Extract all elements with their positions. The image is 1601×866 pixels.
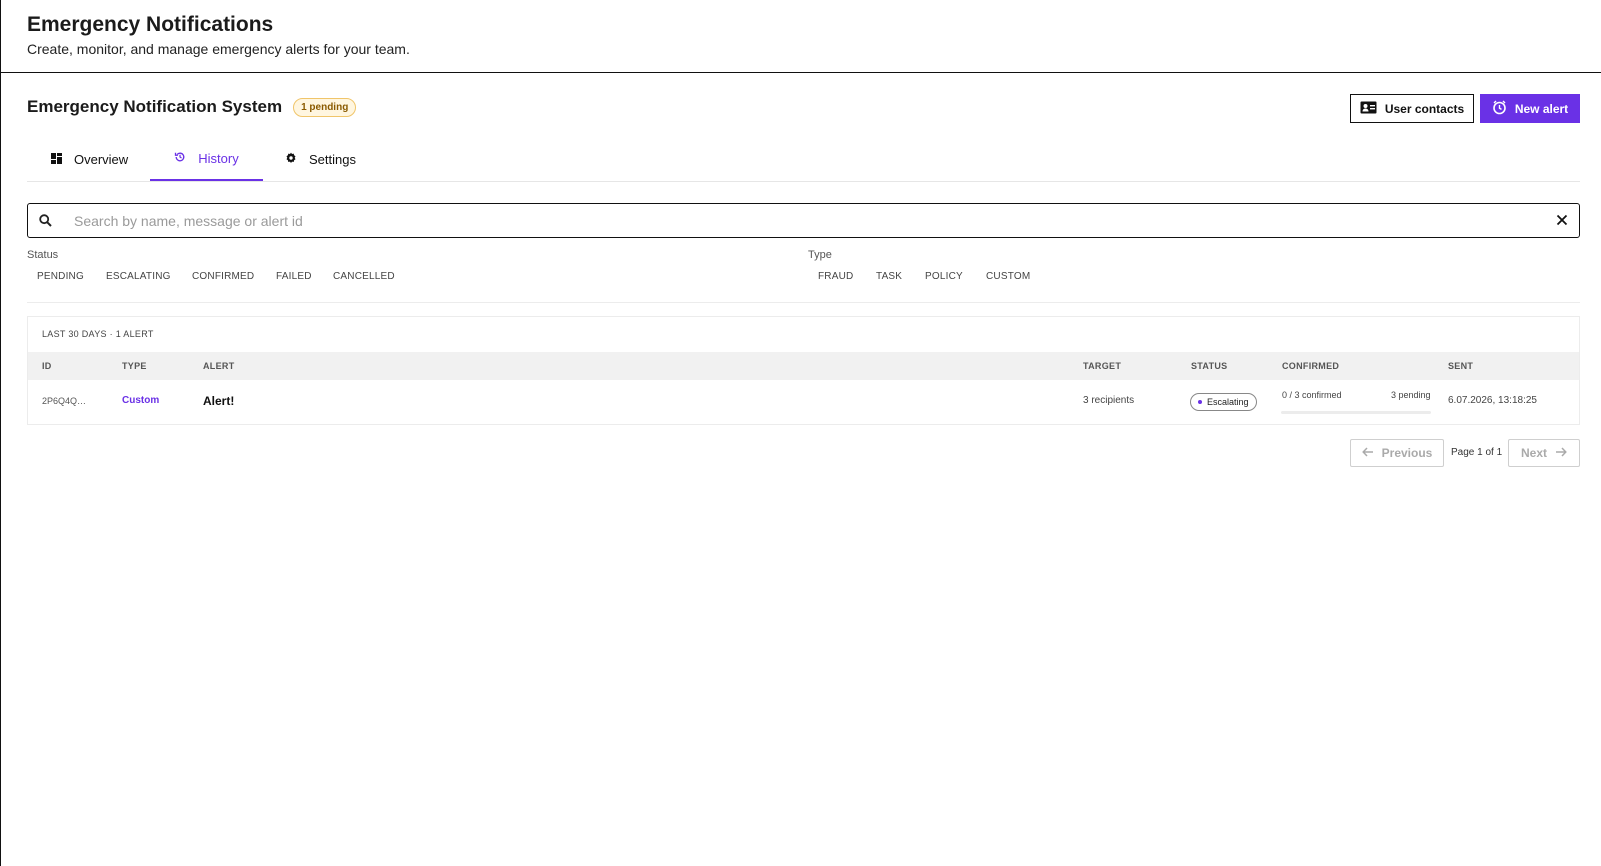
search-input[interactable] [72,212,1476,230]
search-bar [27,203,1580,238]
tab-settings[interactable]: Settings [285,138,356,181]
new-alert-button[interactable]: New alert [1480,94,1580,123]
alert-sent-time: 6.07.2026, 13:18:25 [1448,395,1537,406]
page-header: Emergency Notifications Create, monitor,… [0,0,1601,73]
type-filter-fraud[interactable]: FRAUD [818,271,853,282]
column-status: STATUS [1191,361,1227,371]
dashboard-icon [51,152,62,167]
column-confirmed: CONFIRMED [1282,361,1339,371]
status-filter-confirmed[interactable]: CONFIRMED [192,271,254,282]
status-filter-failed[interactable]: FAILED [276,271,312,282]
confirmed-count: 0 / 3 confirmed [1282,390,1342,400]
next-label: Next [1521,446,1547,460]
table-summary: LAST 30 DAYS · 1 ALERT [42,329,154,339]
alert-type: Custom [122,395,159,406]
page-indicator: Page 1 of 1 [1451,447,1502,458]
table-header: ID TYPE ALERT TARGET STATUS CONFIRMED SE… [28,352,1579,380]
user-contacts-label: User contacts [1385,102,1464,116]
page-subtitle: Create, monitor, and manage emergency al… [27,41,410,57]
tab-history-label: History [198,151,238,166]
tab-overview[interactable]: Overview [51,138,128,181]
history-icon [174,151,186,166]
type-filter-custom[interactable]: CUSTOM [986,271,1030,282]
column-sent: SENT [1448,361,1473,371]
window-left-border [0,0,1,866]
type-filter-label: Type [808,249,832,261]
status-dot-icon [1198,400,1202,404]
arrow-right-icon [1555,446,1567,460]
status-text: Escalating [1207,397,1249,407]
tab-settings-label: Settings [309,152,356,167]
column-target: TARGET [1083,361,1121,371]
type-filter-policy[interactable]: POLICY [925,271,963,282]
filters-divider [27,302,1580,303]
pending-badge: 1 pending [293,98,356,117]
search-icon [39,214,52,227]
alert-target: 3 recipients [1083,395,1134,406]
tab-overview-label: Overview [74,152,128,167]
status-filter-pending[interactable]: PENDING [37,271,84,282]
previous-page-button[interactable]: Previous [1350,439,1444,467]
column-type: TYPE [122,361,147,371]
alerts-table: LAST 30 DAYS · 1 ALERT ID TYPE ALERT TAR… [27,316,1580,425]
alert-name: Alert! [203,394,234,408]
alarm-icon [1492,100,1507,118]
tab-bar: Overview History Settings [27,138,1580,182]
page-title: Emergency Notifications [27,13,273,37]
status-badge: Escalating [1190,393,1257,411]
system-title: Emergency Notification System [27,97,282,117]
gear-icon [285,152,297,167]
confirmation-progress [1281,411,1431,414]
user-contacts-button[interactable]: User contacts [1350,94,1474,123]
column-alert: ALERT [203,361,235,371]
previous-label: Previous [1382,446,1433,460]
clear-search-icon[interactable] [1556,214,1568,226]
pending-count: 3 pending [1391,390,1431,400]
column-id: ID [42,361,52,371]
next-page-button[interactable]: Next [1508,439,1580,467]
type-filter-task[interactable]: TASK [876,271,902,282]
new-alert-label: New alert [1515,102,1568,116]
status-filter-cancelled[interactable]: CANCELLED [333,271,395,282]
table-row[interactable]: 2P6Q4Q… Custom Alert! 3 recipients Escal… [28,380,1579,424]
status-filter-escalating[interactable]: ESCALATING [106,271,171,282]
contact-card-icon [1360,101,1377,117]
arrow-left-icon [1362,446,1374,460]
tab-history[interactable]: History [150,138,263,181]
status-filter-label: Status [27,249,58,261]
system-title-row: Emergency Notification System 1 pending [27,97,356,117]
alert-id: 2P6Q4Q… [42,396,86,406]
